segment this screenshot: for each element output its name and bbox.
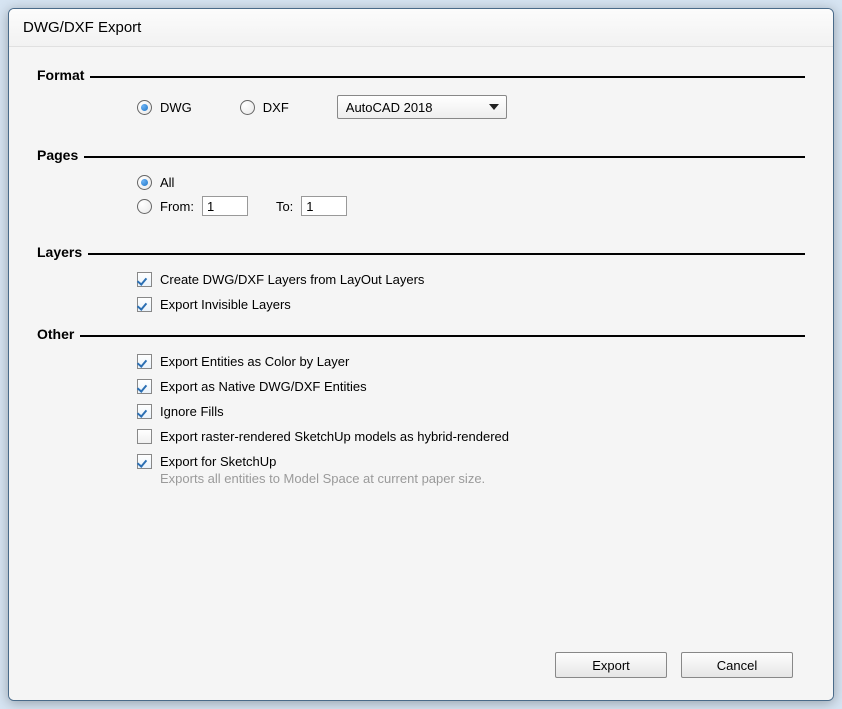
- dialog-title: DWG/DXF Export: [23, 19, 141, 36]
- row-create-layers: Create DWG/DXF Layers from LayOut Layers: [137, 272, 805, 287]
- pages-all-row: All: [137, 175, 805, 190]
- checkbox-ignore-fills-text: Ignore Fills: [160, 404, 224, 419]
- checkbox-export-sketchup-text: Export for SketchUp: [160, 454, 276, 469]
- checkbox-export-sketchup[interactable]: [137, 454, 152, 469]
- dialog-window: DWG/DXF Export Format DWG DXF: [8, 8, 834, 701]
- section-title-layers: Layers: [37, 244, 82, 260]
- radio-dwg-text: DWG: [160, 100, 192, 115]
- section-layers: Layers Create DWG/DXF Layers from LayOut…: [37, 244, 805, 312]
- checkbox-hybrid-label[interactable]: Export raster-rendered SketchUp models a…: [137, 429, 509, 444]
- radio-dwg-label[interactable]: DWG: [137, 100, 192, 115]
- section-pages: Pages All From: To:: [37, 147, 805, 216]
- checkbox-hybrid-text: Export raster-rendered SketchUp models a…: [160, 429, 509, 444]
- row-color-by-layer: Export Entities as Color by Layer: [137, 354, 805, 369]
- radio-all-text: All: [160, 175, 174, 190]
- section-body: DWG DXF AutoCAD 2018: [37, 95, 805, 119]
- row-ignore-fills: Ignore Fills: [137, 404, 805, 419]
- row-invisible-layers: Export Invisible Layers: [137, 297, 805, 312]
- radio-dxf-label[interactable]: DXF: [240, 100, 289, 115]
- pages-to-input[interactable]: [301, 196, 347, 216]
- section-header: Format: [37, 67, 805, 83]
- checkbox-color-by-layer[interactable]: [137, 354, 152, 369]
- format-row: DWG DXF AutoCAD 2018: [137, 95, 805, 119]
- checkbox-native-entities[interactable]: [137, 379, 152, 394]
- checkbox-invisible-layers[interactable]: [137, 297, 152, 312]
- export-sketchup-hint: Exports all entities to Model Space at c…: [160, 471, 805, 486]
- version-select[interactable]: AutoCAD 2018: [337, 95, 507, 119]
- dialog-content: Format DWG DXF: [9, 47, 833, 700]
- format-group-dxf: DXF AutoCAD 2018: [240, 95, 507, 119]
- section-other: Other Export Entities as Color by Layer …: [37, 326, 805, 486]
- version-select-wrap: AutoCAD 2018: [337, 95, 507, 119]
- section-title-pages: Pages: [37, 147, 78, 163]
- checkbox-create-layers-text: Create DWG/DXF Layers from LayOut Layers: [160, 272, 424, 287]
- radio-from-text: From:: [160, 199, 194, 214]
- radio-pages-range[interactable]: [137, 199, 152, 214]
- section-header: Other: [37, 326, 805, 342]
- checkbox-native-label[interactable]: Export as Native DWG/DXF Entities: [137, 379, 367, 394]
- button-bar: Export Cancel: [555, 652, 793, 678]
- checkbox-invisible-text: Export Invisible Layers: [160, 297, 291, 312]
- checkbox-create-layers-label[interactable]: Create DWG/DXF Layers from LayOut Layers: [137, 272, 424, 287]
- checkbox-color-by-layer-label[interactable]: Export Entities as Color by Layer: [137, 354, 349, 369]
- checkbox-invisible-label[interactable]: Export Invisible Layers: [137, 297, 291, 312]
- section-title-other: Other: [37, 326, 74, 342]
- pages-range-row: From: To:: [137, 196, 805, 216]
- section-title-format: Format: [37, 67, 84, 83]
- titlebar: DWG/DXF Export: [9, 9, 833, 47]
- divider: [80, 335, 805, 337]
- checkbox-ignore-fills-label[interactable]: Ignore Fills: [137, 404, 224, 419]
- checkbox-native-text: Export as Native DWG/DXF Entities: [160, 379, 367, 394]
- divider: [88, 253, 805, 255]
- row-hybrid: Export raster-rendered SketchUp models a…: [137, 429, 805, 444]
- row-export-sketchup: Export for SketchUp: [137, 454, 805, 469]
- section-format: Format DWG DXF: [37, 67, 805, 119]
- divider: [84, 156, 805, 158]
- section-header: Pages: [37, 147, 805, 163]
- checkbox-create-layers[interactable]: [137, 272, 152, 287]
- radio-pages-all[interactable]: [137, 175, 152, 190]
- pages-from-input[interactable]: [202, 196, 248, 216]
- radio-dxf[interactable]: [240, 100, 255, 115]
- checkbox-export-sketchup-label[interactable]: Export for SketchUp: [137, 454, 276, 469]
- section-body: Create DWG/DXF Layers from LayOut Layers…: [37, 272, 805, 312]
- section-body: Export Entities as Color by Layer Export…: [37, 354, 805, 486]
- divider: [90, 76, 805, 78]
- section-header: Layers: [37, 244, 805, 260]
- radio-all-label[interactable]: All: [137, 175, 174, 190]
- row-native: Export as Native DWG/DXF Entities: [137, 379, 805, 394]
- radio-from-label[interactable]: From:: [137, 199, 194, 214]
- checkbox-ignore-fills[interactable]: [137, 404, 152, 419]
- cancel-button[interactable]: Cancel: [681, 652, 793, 678]
- checkbox-hybrid-rendered[interactable]: [137, 429, 152, 444]
- export-button[interactable]: Export: [555, 652, 667, 678]
- section-body: All From: To:: [37, 175, 805, 216]
- checkbox-color-by-layer-text: Export Entities as Color by Layer: [160, 354, 349, 369]
- radio-dxf-text: DXF: [263, 100, 289, 115]
- radio-dwg[interactable]: [137, 100, 152, 115]
- pages-to-label: To:: [276, 199, 293, 214]
